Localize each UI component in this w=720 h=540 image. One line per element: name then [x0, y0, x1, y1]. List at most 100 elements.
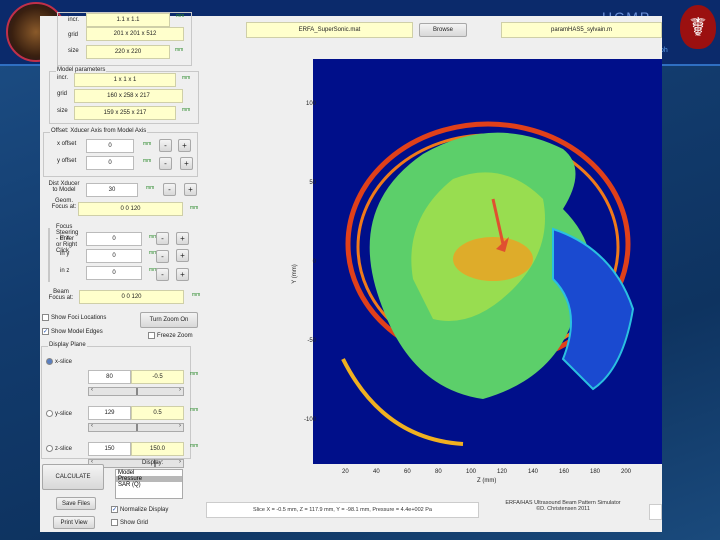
model-file-field[interactable]: ERFA_SuperSonic.mat [246, 22, 413, 38]
browse-button[interactable]: Browse [419, 23, 467, 37]
beam-label: Beam Focus at: [44, 289, 78, 301]
label: Show Grid [120, 519, 149, 526]
x-tick: 200 [621, 469, 632, 475]
label: y offset [57, 158, 77, 164]
x-tick: 100 [466, 469, 477, 475]
y-slice-index[interactable]: 129 [88, 406, 131, 420]
label: Focus at: [48, 295, 74, 301]
label: y-slice [55, 410, 73, 417]
label: grid [68, 32, 79, 38]
save-files-button[interactable]: Save Files [56, 497, 96, 510]
freeze-zoom-checkbox[interactable]: Freeze Zoom [148, 332, 193, 339]
label: Normalize Display [120, 506, 169, 513]
unit: mm [182, 75, 191, 81]
x-slice-index[interactable]: 80 [88, 370, 131, 384]
y-tick: 100 [305, 101, 316, 107]
unit: mm [190, 443, 199, 449]
y-offset-plus[interactable]: + [180, 157, 193, 170]
transducer-size: 220 x 220 [86, 45, 170, 59]
label: Show Model Edges [51, 328, 103, 335]
steer-z-minus[interactable]: - [156, 268, 169, 281]
y-offset-minus[interactable]: - [159, 157, 172, 170]
extra-field [649, 504, 662, 520]
display-option[interactable]: SAR (Q) [116, 482, 182, 488]
x-tick: 140 [528, 469, 539, 475]
label: size [57, 108, 68, 114]
show-foci-checkbox[interactable]: Show Foci Locations [42, 314, 106, 321]
unit: mm [176, 13, 185, 19]
steer-y-input[interactable]: 0 [86, 249, 142, 263]
x-offset-plus[interactable]: + [178, 139, 191, 152]
label: grid [57, 91, 68, 97]
steer-y-plus[interactable]: + [176, 249, 189, 262]
z-slice-mm: 150.0 [131, 442, 184, 456]
y-tick: 0 [312, 259, 316, 265]
x-tick: 180 [590, 469, 601, 475]
transducer-incr: 1.1 x 1.1 [86, 13, 170, 27]
show-edges-checkbox[interactable]: ✓ Show Model Edges [42, 328, 103, 335]
focal-region [453, 237, 533, 281]
label: to Model [52, 187, 76, 193]
y-tick: -50 [307, 338, 316, 344]
dist-minus[interactable]: - [163, 183, 176, 196]
steer-x-minus[interactable]: - [156, 232, 169, 245]
unit: mm [190, 407, 199, 413]
dist-label: Dist Xducer to Model [48, 181, 80, 193]
unit: mm [146, 185, 155, 191]
display-listbox[interactable]: Model Pressure SAR (Q) [115, 469, 183, 499]
heatmap-plot[interactable] [313, 59, 662, 464]
label: Show Foci Locations [51, 314, 107, 321]
label: in x [60, 235, 70, 241]
unit: mm [192, 292, 201, 298]
normalize-checkbox[interactable]: ✓ Normalize Display [111, 506, 168, 513]
x-offset-minus[interactable]: - [159, 139, 172, 152]
x-tick: 120 [497, 469, 508, 475]
y-offset-input[interactable]: 0 [86, 156, 134, 170]
param-file-field[interactable]: paramHAS5_sylvain.m [501, 22, 662, 38]
label: x-slice [55, 358, 73, 365]
turn-zoom-on-button[interactable]: Turn Zoom On [140, 312, 198, 328]
steer-z-plus[interactable]: + [176, 268, 189, 281]
steer-z-input[interactable]: 0 [86, 266, 142, 280]
y-slice-mm: 0.5 [131, 406, 184, 420]
y-slice-slider[interactable]: ‹ › [88, 423, 184, 432]
steer-group: Focus Steering - Enter or Right Click [48, 224, 80, 282]
x-tick: 80 [435, 469, 442, 475]
steer-y-minus[interactable]: - [156, 250, 169, 263]
label: in y [60, 251, 70, 257]
model-size: 159 x 255 x 217 [74, 106, 176, 120]
unit: mm [143, 158, 152, 164]
print-view-button[interactable]: Print View [53, 516, 95, 529]
x-slice-radio[interactable]: x-slice [46, 358, 72, 365]
y-axis-label: Y (mm) [291, 264, 298, 284]
dist-input[interactable]: 30 [86, 183, 138, 197]
model-incr: 1 x 1 x 1 [74, 73, 176, 87]
unit: mm [143, 141, 152, 147]
label: z-slice [55, 445, 73, 452]
credits: ERFA/HAS Ultrasound Beam Pattern Simulat… [498, 500, 628, 512]
x-slice-slider[interactable]: ‹ › [88, 387, 184, 396]
unit: mm [182, 107, 191, 113]
show-grid-checkbox[interactable]: Show Grid [111, 519, 148, 526]
display-label: Display: [142, 460, 164, 466]
x-offset-input[interactable]: 0 [86, 139, 134, 153]
y-tick: 50 [309, 180, 316, 186]
z-slice-index[interactable]: 150 [88, 442, 131, 456]
unit: mm [175, 47, 184, 53]
credit-line: ©D. Christensen 2011 [536, 506, 590, 512]
label: size [68, 48, 79, 54]
y-slice-radio[interactable]: y-slice [46, 410, 72, 417]
label: Focus at: [51, 204, 77, 210]
dist-plus[interactable]: + [184, 183, 197, 196]
calculate-button[interactable]: CALCULATE [42, 464, 104, 490]
x-axis-label: Z (mm) [477, 478, 497, 484]
university-logo: ☤ [680, 5, 716, 49]
x-tick: 20 [342, 469, 349, 475]
steer-x-input[interactable]: 0 [86, 232, 142, 246]
group-title: Offset: Xducer Axis from Model Axis [50, 128, 148, 134]
geom-focus: 0 0 120 [78, 202, 183, 216]
z-slice-radio[interactable]: z-slice [46, 445, 72, 452]
x-tick: 60 [404, 469, 411, 475]
steer-x-plus[interactable]: + [176, 232, 189, 245]
y-tick: -100 [303, 417, 316, 423]
